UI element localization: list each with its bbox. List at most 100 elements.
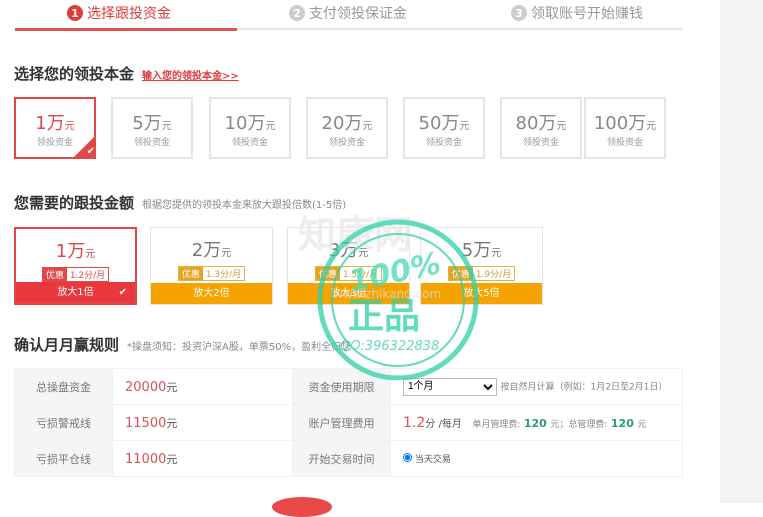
rate: 1.3分/月 bbox=[205, 270, 242, 280]
amount: 20000 bbox=[125, 379, 167, 395]
step-2: 2 支付领投保证金 bbox=[289, 3, 407, 23]
amount: 1万 bbox=[55, 241, 86, 262]
liquidation-line-label: 亏损平仓线 bbox=[14, 440, 113, 477]
discount-tag: 优惠 bbox=[448, 267, 473, 280]
rate-badge: 优惠 1.5分/月 bbox=[314, 266, 383, 281]
amount: 10万 bbox=[224, 113, 266, 134]
section-rules: 确认月月赢规则 *操盘须知：投资沪深A股，单票50%，盈利全归您 bbox=[14, 334, 351, 355]
principal-option[interactable]: 50万元 领投资金 bbox=[403, 97, 485, 159]
same-day-radio[interactable]: 当天交易 bbox=[403, 453, 451, 465]
principal-amount: 50万元 bbox=[405, 109, 483, 135]
section-title: 选择您的领投本金 bbox=[14, 65, 135, 83]
principal-option[interactable]: 100万元 领投资金 bbox=[584, 97, 666, 159]
unit: 元 bbox=[459, 121, 470, 132]
unit: 元 bbox=[166, 416, 178, 430]
step-number: 3 bbox=[511, 5, 527, 21]
unit: 元 bbox=[491, 248, 502, 259]
step-label: 支付领投保证金 bbox=[309, 6, 407, 22]
step-label: 选择跟投资金 bbox=[87, 6, 171, 22]
principal-amount: 10万元 bbox=[211, 109, 289, 135]
multiplier: 放大3倍 bbox=[330, 288, 367, 299]
warning-line-value: 11500元 bbox=[112, 404, 293, 441]
unit: 元 bbox=[161, 121, 172, 132]
principal-amount: 20万元 bbox=[308, 109, 386, 135]
leverage-amount: 3万元 bbox=[288, 236, 409, 262]
fee-unit: 分 /每月 bbox=[425, 418, 462, 430]
principal-caption: 领投资金 bbox=[231, 138, 268, 148]
multiplier-band: 放大2倍 bbox=[151, 283, 272, 304]
custom-principal-link[interactable]: 输入您的领投本金>> bbox=[142, 67, 239, 82]
total-fee-label: 元；总管理费: bbox=[550, 419, 608, 430]
unit: 元 bbox=[64, 121, 75, 132]
leverage-amount: 2万元 bbox=[151, 236, 272, 262]
unit: 元 bbox=[166, 452, 178, 466]
stamp-qq: QQ:396322838 bbox=[340, 339, 439, 354]
progress-steps: 1 选择跟投资金 2 支付领投保证金 3 领取账号开始赚钱 bbox=[15, 0, 683, 32]
unit: 元 bbox=[362, 121, 373, 132]
rate-badge: 优惠 1.9分/月 bbox=[447, 266, 516, 281]
unit: 元 bbox=[646, 121, 657, 132]
rate: 1.9分/月 bbox=[475, 270, 512, 280]
monthly-fee: 120 bbox=[523, 416, 547, 430]
warning-line-label: 亏损警戒线 bbox=[14, 404, 113, 441]
principal-option[interactable]: 5万元 领投资金 bbox=[111, 97, 193, 159]
multiplier-band: 放大5倍 bbox=[421, 283, 542, 304]
multiplier-band: 放大3倍 bbox=[288, 283, 409, 304]
unit: 元 bbox=[358, 248, 369, 259]
period-value: 1个月 按自然月计算（例如：1月2日至2月1日） bbox=[390, 368, 683, 405]
leverage-option[interactable]: 3万元 优惠 1.5分/月 放大3倍 bbox=[287, 227, 410, 305]
principal-option[interactable]: 80万元 领投资金 bbox=[500, 97, 582, 159]
section-title: 确认月月赢规则 bbox=[14, 336, 120, 354]
submit-button[interactable] bbox=[272, 497, 332, 517]
start-time-label: 开始交易时间 bbox=[292, 440, 391, 477]
multiplier: 放大2倍 bbox=[193, 288, 230, 299]
discount-tag: 优惠 bbox=[315, 267, 340, 280]
amount: 50万 bbox=[418, 113, 460, 134]
section-hint: 根据您提供的领投本金来放大跟投倍数(1-5倍) bbox=[142, 200, 347, 211]
step-label: 领取账号开始赚钱 bbox=[531, 6, 643, 22]
principal-amount: 5万元 bbox=[113, 109, 191, 135]
leverage-option[interactable]: 1万元 优惠 1.2分/月 放大1倍 ✔ bbox=[14, 227, 137, 305]
liquidation-line-value: 11000元 bbox=[112, 440, 293, 477]
principal-amount: 100万元 bbox=[586, 109, 664, 135]
step-number: 1 bbox=[67, 5, 83, 21]
amount: 80万 bbox=[515, 113, 557, 134]
principal-caption: 领投资金 bbox=[522, 138, 559, 148]
monthly-fee-label: 单月管理费: bbox=[472, 419, 521, 430]
multiplier: 放大5倍 bbox=[463, 288, 500, 299]
leverage-option[interactable]: 5万元 优惠 1.9分/月 放大5倍 bbox=[420, 227, 543, 305]
discount-tag: 优惠 bbox=[178, 267, 203, 280]
section-follow-amount: 您需要的跟投金额 根据您提供的领投本金来放大跟投倍数(1-5倍) bbox=[14, 192, 346, 213]
section-principal: 选择您的领投本金 输入您的领投本金>> bbox=[14, 63, 239, 84]
step-1: 1 选择跟投资金 bbox=[67, 3, 171, 23]
multiplier: 放大1倍 bbox=[57, 287, 94, 298]
unit: 元 bbox=[265, 121, 276, 132]
principal-option[interactable]: 1万元 领投资金 ✔ bbox=[14, 97, 96, 159]
amount: 2万 bbox=[191, 240, 222, 261]
radio-input[interactable] bbox=[403, 453, 412, 462]
step-number: 2 bbox=[289, 5, 305, 21]
section-hint: *操盘须知：投资沪深A股，单票50%，盈利全归您 bbox=[127, 342, 352, 353]
multiplier-band: 放大1倍 ✔ bbox=[16, 282, 135, 303]
amount: 3万 bbox=[328, 240, 359, 261]
period-note: 按自然月计算（例如：1月2日至2月1日） bbox=[500, 382, 668, 392]
unit: 元 bbox=[166, 380, 178, 394]
amount: 5万 bbox=[461, 240, 492, 261]
amount: 20万 bbox=[321, 113, 363, 134]
unit: 元 bbox=[221, 248, 232, 259]
rate: 1.2分/月 bbox=[69, 271, 106, 281]
table-row: 总操盘资金 20000元 资金使用期限 1个月 按自然月计算（例如：1月2日至2… bbox=[14, 368, 683, 405]
amount: 11000 bbox=[125, 451, 167, 467]
principal-option[interactable]: 10万元 领投资金 bbox=[209, 97, 291, 159]
rate-badge: 优惠 1.3分/月 bbox=[177, 266, 246, 281]
principal-amount: 1万元 bbox=[16, 109, 94, 135]
principal-option[interactable]: 20万元 领投资金 bbox=[306, 97, 388, 159]
table-row: 亏损警戒线 11500元 账户管理费用 1.2分 /每月 单月管理费: 120 … bbox=[14, 404, 683, 441]
leverage-option[interactable]: 2万元 优惠 1.3分/月 放大2倍 bbox=[150, 227, 273, 305]
unit: 元 bbox=[556, 121, 567, 132]
rate-badge: 优惠 1.2分/月 bbox=[41, 267, 110, 282]
check-icon: ✔ bbox=[74, 137, 95, 157]
total-capital-label: 总操盘资金 bbox=[14, 368, 113, 405]
period-select[interactable]: 1个月 bbox=[403, 377, 497, 396]
principal-caption: 领投资金 bbox=[133, 138, 170, 148]
